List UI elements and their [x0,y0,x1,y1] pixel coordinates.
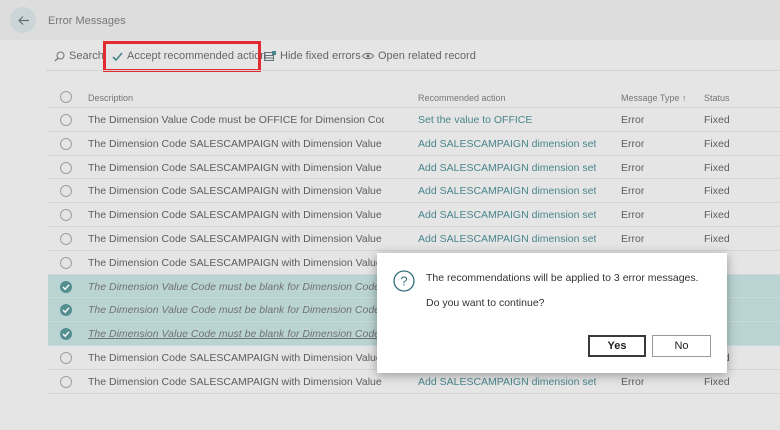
confirmation-dialog: ? The recommendations will be applied to… [377,253,727,373]
no-button[interactable]: No [652,335,711,357]
svg-text:?: ? [400,274,407,289]
dialog-message: The recommendations will be applied to 3… [426,272,699,284]
yes-button[interactable]: Yes [588,335,646,357]
question-icon: ? [393,270,415,292]
dialog-question: Do you want to continue? [426,297,545,309]
